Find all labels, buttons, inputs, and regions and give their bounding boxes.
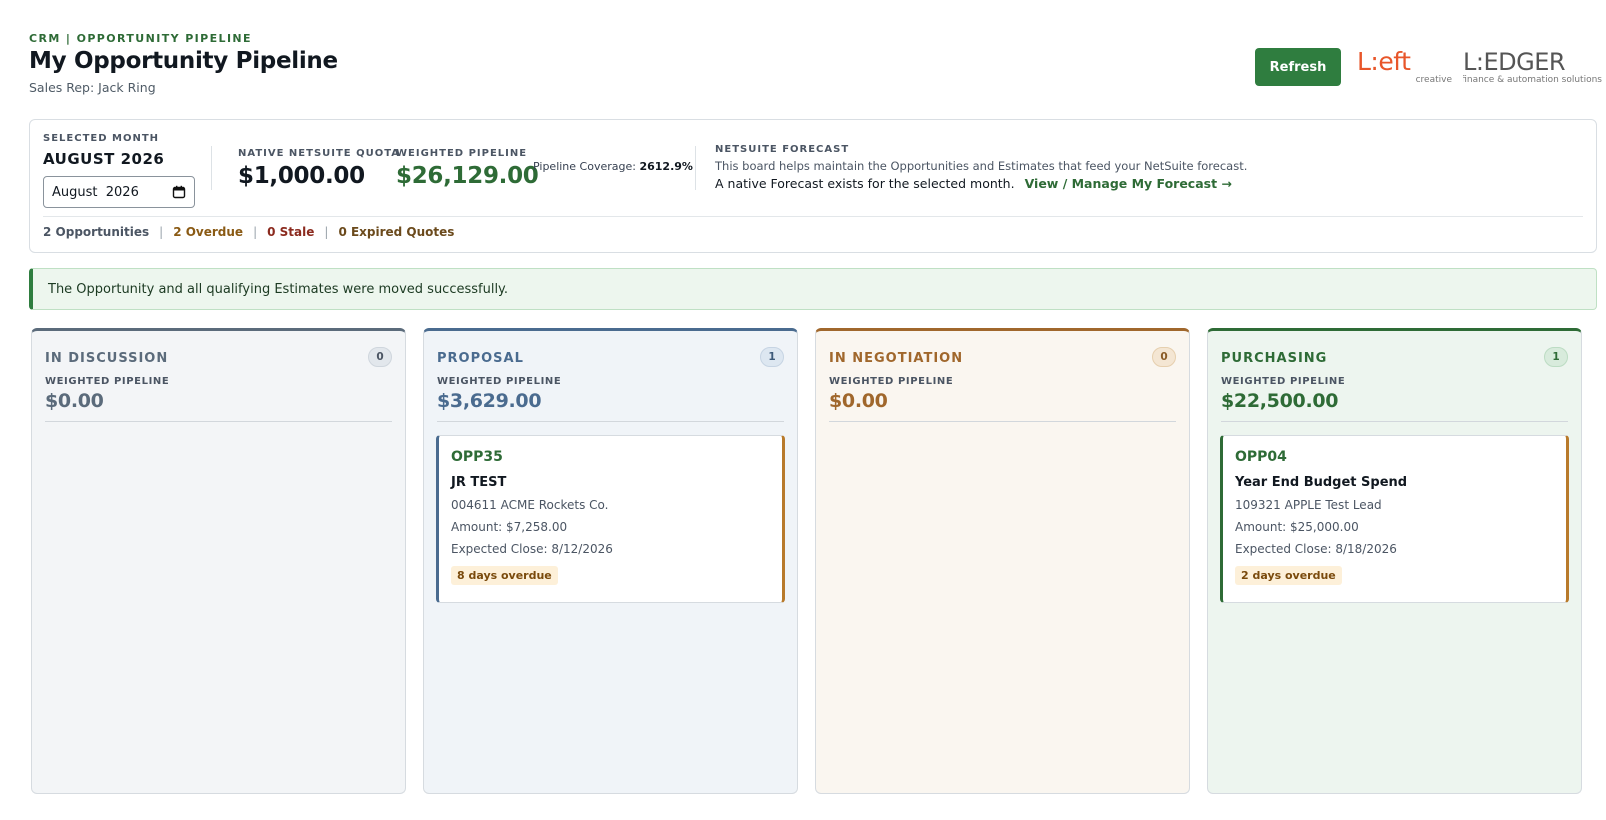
overdue-count[interactable]: 2 Overdue	[173, 225, 243, 239]
column-header: PURCHASING 1 WEIGHTED PIPELINE $22,500.0…	[1221, 347, 1568, 412]
column-count-badge: 1	[1544, 347, 1568, 367]
stale-count[interactable]: 0 Stale	[267, 225, 314, 239]
ledger-logo-wordmark: L:EDGER	[1463, 48, 1565, 76]
ledger-logo-sub: finance & automation solutions	[1463, 75, 1602, 85]
summary-rule	[43, 216, 1583, 217]
forecast-block: NETSUITE FORECAST This board helps maint…	[715, 144, 1247, 191]
refresh-button[interactable]: Refresh	[1255, 48, 1341, 86]
count-separator: |	[159, 225, 164, 239]
column-count-badge: 0	[1152, 347, 1176, 367]
opportunity-customer: 004611 ACME Rockets Co.	[451, 498, 609, 512]
column-count-badge: 1	[760, 347, 784, 367]
pipeline-counts: 2 Opportunities | 2 Overdue | 0 Stale | …	[43, 225, 454, 239]
opportunity-name: Year End Budget Spend	[1235, 475, 1408, 490]
calendar-icon[interactable]	[172, 185, 186, 199]
opportunity-card[interactable]: OPP04 Year End Budget Spend 109321 APPLE…	[1220, 435, 1569, 603]
month-picker-input[interactable]: August 2026	[43, 176, 195, 208]
column-weighted-label: WEIGHTED PIPELINE	[45, 376, 170, 387]
column-rule	[829, 421, 1176, 422]
opportunity-id[interactable]: OPP35	[451, 449, 770, 465]
forecast-status: A native Forecast exists for the selecte…	[715, 176, 1015, 191]
opportunity-name: JR TEST	[451, 475, 507, 490]
weighted-pipeline-value: $26,129.00	[396, 163, 539, 189]
expired-quotes-count[interactable]: 0 Expired Quotes	[338, 225, 454, 239]
column-rule	[45, 421, 392, 422]
summary-divider	[695, 146, 696, 190]
column-weighted-label: WEIGHTED PIPELINE	[829, 376, 954, 387]
column-weighted-value: $0.00	[45, 390, 104, 412]
column-header: IN DISCUSSION 0 WEIGHTED PIPELINE $0.00	[45, 347, 392, 412]
overdue-badge: 2 days overdue	[1235, 566, 1342, 585]
count-separator: |	[253, 225, 258, 239]
manage-forecast-link[interactable]: View / Manage My Forecast →	[1025, 176, 1232, 191]
column-weighted-label: WEIGHTED PIPELINE	[1221, 376, 1346, 387]
forecast-label: NETSUITE FORECAST	[715, 144, 850, 155]
opportunity-amount: Amount: $25,000.00	[1235, 520, 1359, 534]
summary-panel: SELECTED MONTH AUGUST 2026 August 2026 N…	[29, 119, 1597, 253]
opportunity-expected-close: Expected Close: 8/12/2026	[451, 542, 613, 556]
weighted-pipeline-label: WEIGHTED PIPELINE	[396, 148, 528, 159]
column-rule	[437, 421, 784, 422]
column-proposal[interactable]: PROPOSAL 1 WEIGHTED PIPELINE $3,629.00 O…	[423, 328, 798, 794]
forecast-description: This board helps maintain the Opportunit…	[715, 159, 1248, 173]
pipeline-coverage: Pipeline Coverage: 2612.9%	[533, 160, 693, 173]
column-header: PROPOSAL 1 WEIGHTED PIPELINE $3,629.00	[437, 347, 784, 412]
opportunity-customer: 109321 APPLE Test Lead	[1235, 498, 1382, 512]
coverage-label: Pipeline Coverage:	[533, 160, 636, 173]
summary-divider	[211, 146, 212, 190]
opportunity-amount: Amount: $7,258.00	[451, 520, 568, 534]
success-alert-message: The Opportunity and all qualifying Estim…	[48, 281, 509, 297]
selected-month-label: SELECTED MONTH	[43, 133, 160, 144]
column-title: PROPOSAL	[437, 351, 524, 366]
column-title: IN DISCUSSION	[45, 351, 169, 366]
quota-block: NATIVE NETSUITE QUOTA $1,000.00	[238, 148, 400, 189]
page-header: CRM | OPPORTUNITY PIPELINE My Opportunit…	[29, 32, 1602, 102]
opportunities-count[interactable]: 2 Opportunities	[43, 225, 149, 239]
column-weighted-label: WEIGHTED PIPELINE	[437, 376, 562, 387]
weighted-pipeline-block: WEIGHTED PIPELINE $26,129.00	[396, 148, 539, 189]
left-creative-logo: L:eft creative	[1357, 48, 1453, 85]
column-in-discussion[interactable]: IN DISCUSSION 0 WEIGHTED PIPELINE $0.00	[31, 328, 406, 794]
column-weighted-value: $3,629.00	[437, 390, 542, 412]
column-purchasing[interactable]: PURCHASING 1 WEIGHTED PIPELINE $22,500.0…	[1207, 328, 1582, 794]
success-alert: The Opportunity and all qualifying Estim…	[29, 268, 1597, 310]
column-header: IN NEGOTIATION 0 WEIGHTED PIPELINE $0.00	[829, 347, 1176, 412]
column-title: IN NEGOTIATION	[829, 351, 964, 366]
column-weighted-value: $22,500.00	[1221, 390, 1339, 412]
left-logo-wordmark: L:eft	[1357, 48, 1411, 76]
left-logo-sub: creative	[1416, 75, 1453, 85]
page-eyebrow: CRM | OPPORTUNITY PIPELINE	[29, 32, 252, 45]
column-weighted-value: $0.00	[829, 390, 888, 412]
selected-month-block: SELECTED MONTH AUGUST 2026 August 2026	[43, 133, 203, 208]
selected-month-value: AUGUST 2026	[43, 150, 165, 168]
month-input-value: August 2026	[52, 184, 139, 200]
count-separator: |	[324, 225, 329, 239]
ledger-logo: L:EDGER finance & automation solutions	[1463, 48, 1602, 85]
column-count-badge: 0	[368, 347, 392, 367]
column-rule	[1221, 421, 1568, 422]
coverage-value: 2612.9%	[639, 160, 693, 173]
opportunity-id[interactable]: OPP04	[1235, 449, 1554, 465]
forecast-status-line: A native Forecast exists for the selecte…	[715, 176, 1247, 191]
quota-value: $1,000.00	[238, 163, 365, 189]
column-title: PURCHASING	[1221, 351, 1328, 366]
opportunity-expected-close: Expected Close: 8/18/2026	[1235, 542, 1397, 556]
overdue-badge: 8 days overdue	[451, 566, 558, 585]
opportunity-card[interactable]: OPP35 JR TEST 004611 ACME Rockets Co. Am…	[436, 435, 785, 603]
quota-label: NATIVE NETSUITE QUOTA	[238, 148, 401, 159]
column-in-negotiation[interactable]: IN NEGOTIATION 0 WEIGHTED PIPELINE $0.00	[815, 328, 1190, 794]
